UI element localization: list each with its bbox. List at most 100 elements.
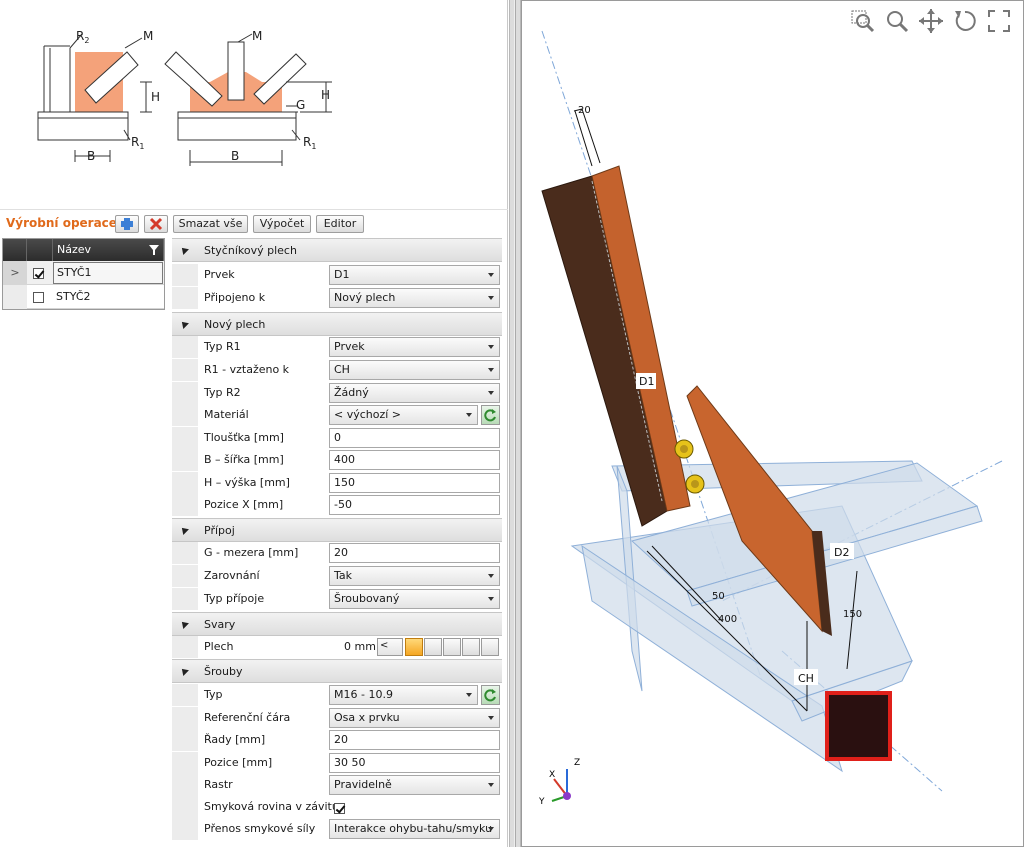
material-select[interactable]: < výchozí > — [329, 405, 478, 425]
shear-transfer-select[interactable]: Interakce ohybu-tahu/smyku — [329, 819, 500, 839]
bolt-refresh-button[interactable] — [481, 685, 500, 705]
dimension-150: 150 — [843, 609, 862, 620]
label-d1[interactable]: D1 — [639, 375, 654, 388]
prop-member: Prvek D1 — [172, 264, 502, 286]
weld-none-button[interactable] — [481, 638, 499, 656]
label-r1-right: R1 — [303, 135, 316, 151]
group-gusset-plate[interactable]: Styčníkový plech — [172, 238, 502, 262]
thickness-input[interactable]: 0 — [329, 428, 500, 448]
plate-sketch: R2 M H R1 B M H G R1 B — [0, 0, 508, 210]
row-name[interactable]: STYČ1 — [53, 262, 163, 284]
positions-input[interactable]: 30 50 — [329, 753, 500, 773]
column-name[interactable]: Název — [53, 239, 164, 261]
list-row-styc1[interactable]: > STYČ1 — [3, 261, 164, 285]
connection-type-select[interactable]: Šroubovaný — [329, 589, 500, 609]
label-ch[interactable]: CH — [798, 672, 814, 685]
editor-button[interactable]: Editor — [316, 215, 364, 233]
reference-line-select[interactable]: Osa x prvku — [329, 708, 500, 728]
type-r1-select[interactable]: Prvek — [329, 337, 500, 357]
weld-bevel-button[interactable] — [443, 638, 461, 656]
fit-view-button[interactable] — [985, 7, 1015, 37]
left-panel: R2 M H R1 B M H G R1 B Výrobní operace S… — [0, 0, 508, 847]
prop-reference-line: Referenční čára Osa x prvku — [172, 707, 502, 729]
prop-type-r1: Typ R1 Prvek — [172, 336, 502, 358]
member-select[interactable]: D1 — [329, 265, 500, 285]
svg-text:Y: Y — [538, 797, 545, 807]
delete-x-icon — [149, 217, 163, 231]
weld-type-select[interactable]: < — [377, 638, 403, 656]
weld-size-value[interactable]: 0 mm — [344, 640, 376, 653]
label-h: H — [151, 90, 160, 104]
type-r2-select[interactable]: Žádný — [329, 383, 500, 403]
operations-list: Název > STYČ1 STYČ2 — [2, 238, 165, 310]
prop-r1-reference: R1 - vztaženo k CH — [172, 359, 502, 381]
connected-to-select[interactable]: Nový plech — [329, 288, 500, 308]
dimension-50: 50 — [712, 591, 725, 602]
row-name[interactable]: STYČ2 — [56, 285, 91, 309]
prop-type-r2: Typ R2 Žádný — [172, 382, 502, 404]
collapse-icon[interactable] — [179, 619, 189, 629]
connection-3d-model[interactable]: D1 D2 CH 20 50 400 150 Z X Y — [522, 1, 1023, 846]
zoom-button[interactable] — [883, 7, 913, 37]
label-g: G — [296, 98, 305, 112]
list-row-styc2[interactable]: STYČ2 — [3, 285, 164, 309]
rows-input[interactable]: 20 — [329, 730, 500, 750]
dimension-20: 20 — [578, 105, 591, 116]
collapse-icon[interactable] — [179, 319, 189, 329]
chord-end-section[interactable] — [825, 691, 892, 761]
position-x-input[interactable]: -50 — [329, 495, 500, 515]
material-refresh-button[interactable] — [481, 405, 500, 425]
axis-triad: Z X Y — [538, 758, 580, 807]
bolt-1[interactable] — [674, 439, 694, 459]
gap-input[interactable]: 20 — [329, 543, 500, 563]
alignment-select[interactable]: Tak — [329, 566, 500, 586]
collapse-icon[interactable] — [179, 245, 189, 255]
fit-icon — [988, 10, 1010, 32]
collapse-icon[interactable] — [179, 525, 189, 535]
group-bolts[interactable]: Šrouby — [172, 659, 502, 683]
delete-operation-button[interactable] — [144, 215, 168, 233]
prop-plate-weld: Plech 0 mm < — [172, 636, 502, 658]
weld-single-button[interactable] — [462, 638, 480, 656]
prop-grid: Rastr Pravidelně — [172, 774, 502, 796]
label-b: B — [87, 149, 95, 163]
dimension-400: 400 — [718, 614, 737, 625]
view-toolbar — [849, 7, 1019, 37]
calculate-button[interactable]: Výpočet — [253, 215, 311, 233]
filter-icon[interactable] — [149, 245, 159, 255]
svg-text:X: X — [549, 770, 555, 780]
height-input[interactable]: 150 — [329, 473, 500, 493]
label-d2[interactable]: D2 — [834, 546, 849, 559]
prop-connection-type: Typ přípoje Šroubovaný — [172, 588, 502, 610]
weld-fillet-double-button[interactable] — [405, 638, 423, 656]
r1-reference-select[interactable]: CH — [329, 360, 500, 380]
prop-material: Materiál < výchozí > — [172, 404, 502, 426]
pan-button[interactable] — [917, 7, 947, 37]
row-checkbox[interactable] — [33, 267, 44, 279]
grid-select[interactable]: Pravidelně — [329, 775, 500, 795]
row-checkbox[interactable] — [33, 291, 44, 303]
plus-icon — [121, 218, 133, 230]
group-welds[interactable]: Svary — [172, 612, 502, 636]
zoom-icon — [887, 11, 909, 33]
rotate-button[interactable] — [951, 7, 981, 37]
rotate-icon — [955, 10, 976, 31]
clear-all-button[interactable]: Smazat vše — [173, 215, 248, 233]
collapse-icon[interactable] — [179, 666, 189, 676]
label-r2: R2 — [76, 29, 89, 45]
group-new-plate[interactable]: Nový plech — [172, 312, 502, 336]
weld-fillet-button[interactable] — [424, 638, 442, 656]
3d-viewport[interactable]: D1 D2 CH 20 50 400 150 Z X Y — [521, 0, 1024, 847]
width-input[interactable]: 400 — [329, 450, 500, 470]
prop-alignment: Zarovnání Tak — [172, 565, 502, 587]
bolt-2[interactable] — [685, 474, 705, 494]
panel-splitter[interactable] — [509, 0, 521, 847]
label-m: M — [143, 29, 153, 43]
bolt-type-select[interactable]: M16 - 10.9 — [329, 685, 478, 705]
prop-width: B – šířka [mm] 400 — [172, 449, 502, 471]
shear-plane-checkbox[interactable] — [334, 802, 345, 814]
zoom-window-button[interactable] — [849, 7, 879, 37]
add-operation-button[interactable] — [115, 215, 139, 233]
label-h-right: H — [321, 88, 330, 102]
group-connection[interactable]: Přípoj — [172, 518, 502, 542]
